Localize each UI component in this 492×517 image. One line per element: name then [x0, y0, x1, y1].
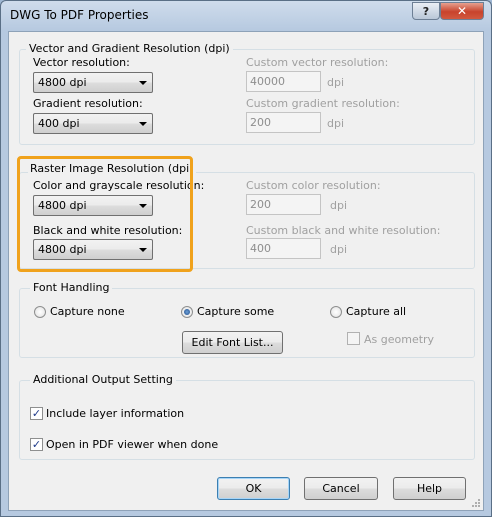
gradient-resolution-label: Gradient resolution:	[33, 97, 143, 110]
custom-color-label: Custom color resolution:	[246, 179, 381, 192]
include-layer-label[interactable]: Include layer information	[46, 407, 184, 420]
custom-bw-input[interactable]: 400	[246, 238, 321, 259]
custom-gradient-unit: dpi	[327, 117, 345, 130]
window-title: DWG To PDF Properties	[10, 8, 149, 22]
chevron-down-icon	[139, 122, 147, 126]
help-icon: ?	[422, 4, 430, 18]
vector-resolution-label: Vector resolution:	[33, 56, 130, 69]
open-viewer-label[interactable]: Open in PDF viewer when done	[46, 438, 218, 451]
edit-font-list-button[interactable]: Edit Font List...	[182, 331, 283, 354]
custom-vector-input[interactable]: 40000	[246, 71, 321, 92]
vector-gradient-group-title: Vector and Gradient Resolution (dpi)	[26, 42, 233, 55]
font-handling-group-title: Font Handling	[30, 281, 113, 294]
dialog-window: DWG To PDF Properties ? ✕ Vector and Gra…	[0, 0, 492, 517]
output-settings-group-title: Additional Output Setting	[30, 373, 176, 386]
capture-all-radio[interactable]	[330, 306, 342, 318]
custom-vector-unit: dpi	[327, 76, 345, 89]
vector-resolution-select[interactable]: 4800 dpi	[33, 72, 153, 93]
capture-some-radio[interactable]	[181, 306, 193, 318]
help-button[interactable]: Help	[393, 477, 466, 500]
custom-bw-unit: dpi	[330, 243, 348, 256]
capture-all-label[interactable]: Capture all	[346, 305, 406, 318]
raster-highlight-box	[17, 156, 193, 272]
custom-gradient-label: Custom gradient resolution:	[246, 97, 400, 110]
custom-vector-label: Custom vector resolution:	[246, 56, 389, 69]
title-bar[interactable]: DWG To PDF Properties ? ✕	[1, 1, 491, 31]
vector-resolution-value: 4800 dpi	[38, 76, 87, 89]
as-geometry-label: As geometry	[364, 333, 435, 346]
custom-bw-label: Custom black and white resolution:	[246, 224, 441, 237]
custom-color-unit: dpi	[330, 199, 348, 212]
close-button[interactable]: ✕	[440, 2, 484, 20]
close-icon: ✕	[456, 4, 468, 18]
gradient-resolution-value: 400 dpi	[38, 117, 80, 130]
custom-gradient-input[interactable]: 200	[246, 112, 321, 133]
capture-none-radio[interactable]	[34, 306, 46, 318]
open-viewer-checkbox[interactable]: ✓	[30, 438, 43, 451]
include-layer-checkbox[interactable]: ✓	[30, 407, 43, 420]
custom-color-input[interactable]: 200	[246, 194, 321, 215]
cancel-button[interactable]: Cancel	[304, 477, 378, 500]
resize-grip-icon[interactable]	[471, 498, 481, 508]
chevron-down-icon	[139, 81, 147, 85]
gradient-resolution-select[interactable]: 400 dpi	[33, 113, 153, 134]
ok-button[interactable]: OK	[217, 477, 290, 500]
as-geometry-checkbox[interactable]	[347, 332, 360, 345]
capture-some-label[interactable]: Capture some	[197, 305, 274, 318]
help-title-button[interactable]: ?	[412, 2, 440, 20]
capture-none-label[interactable]: Capture none	[50, 305, 125, 318]
